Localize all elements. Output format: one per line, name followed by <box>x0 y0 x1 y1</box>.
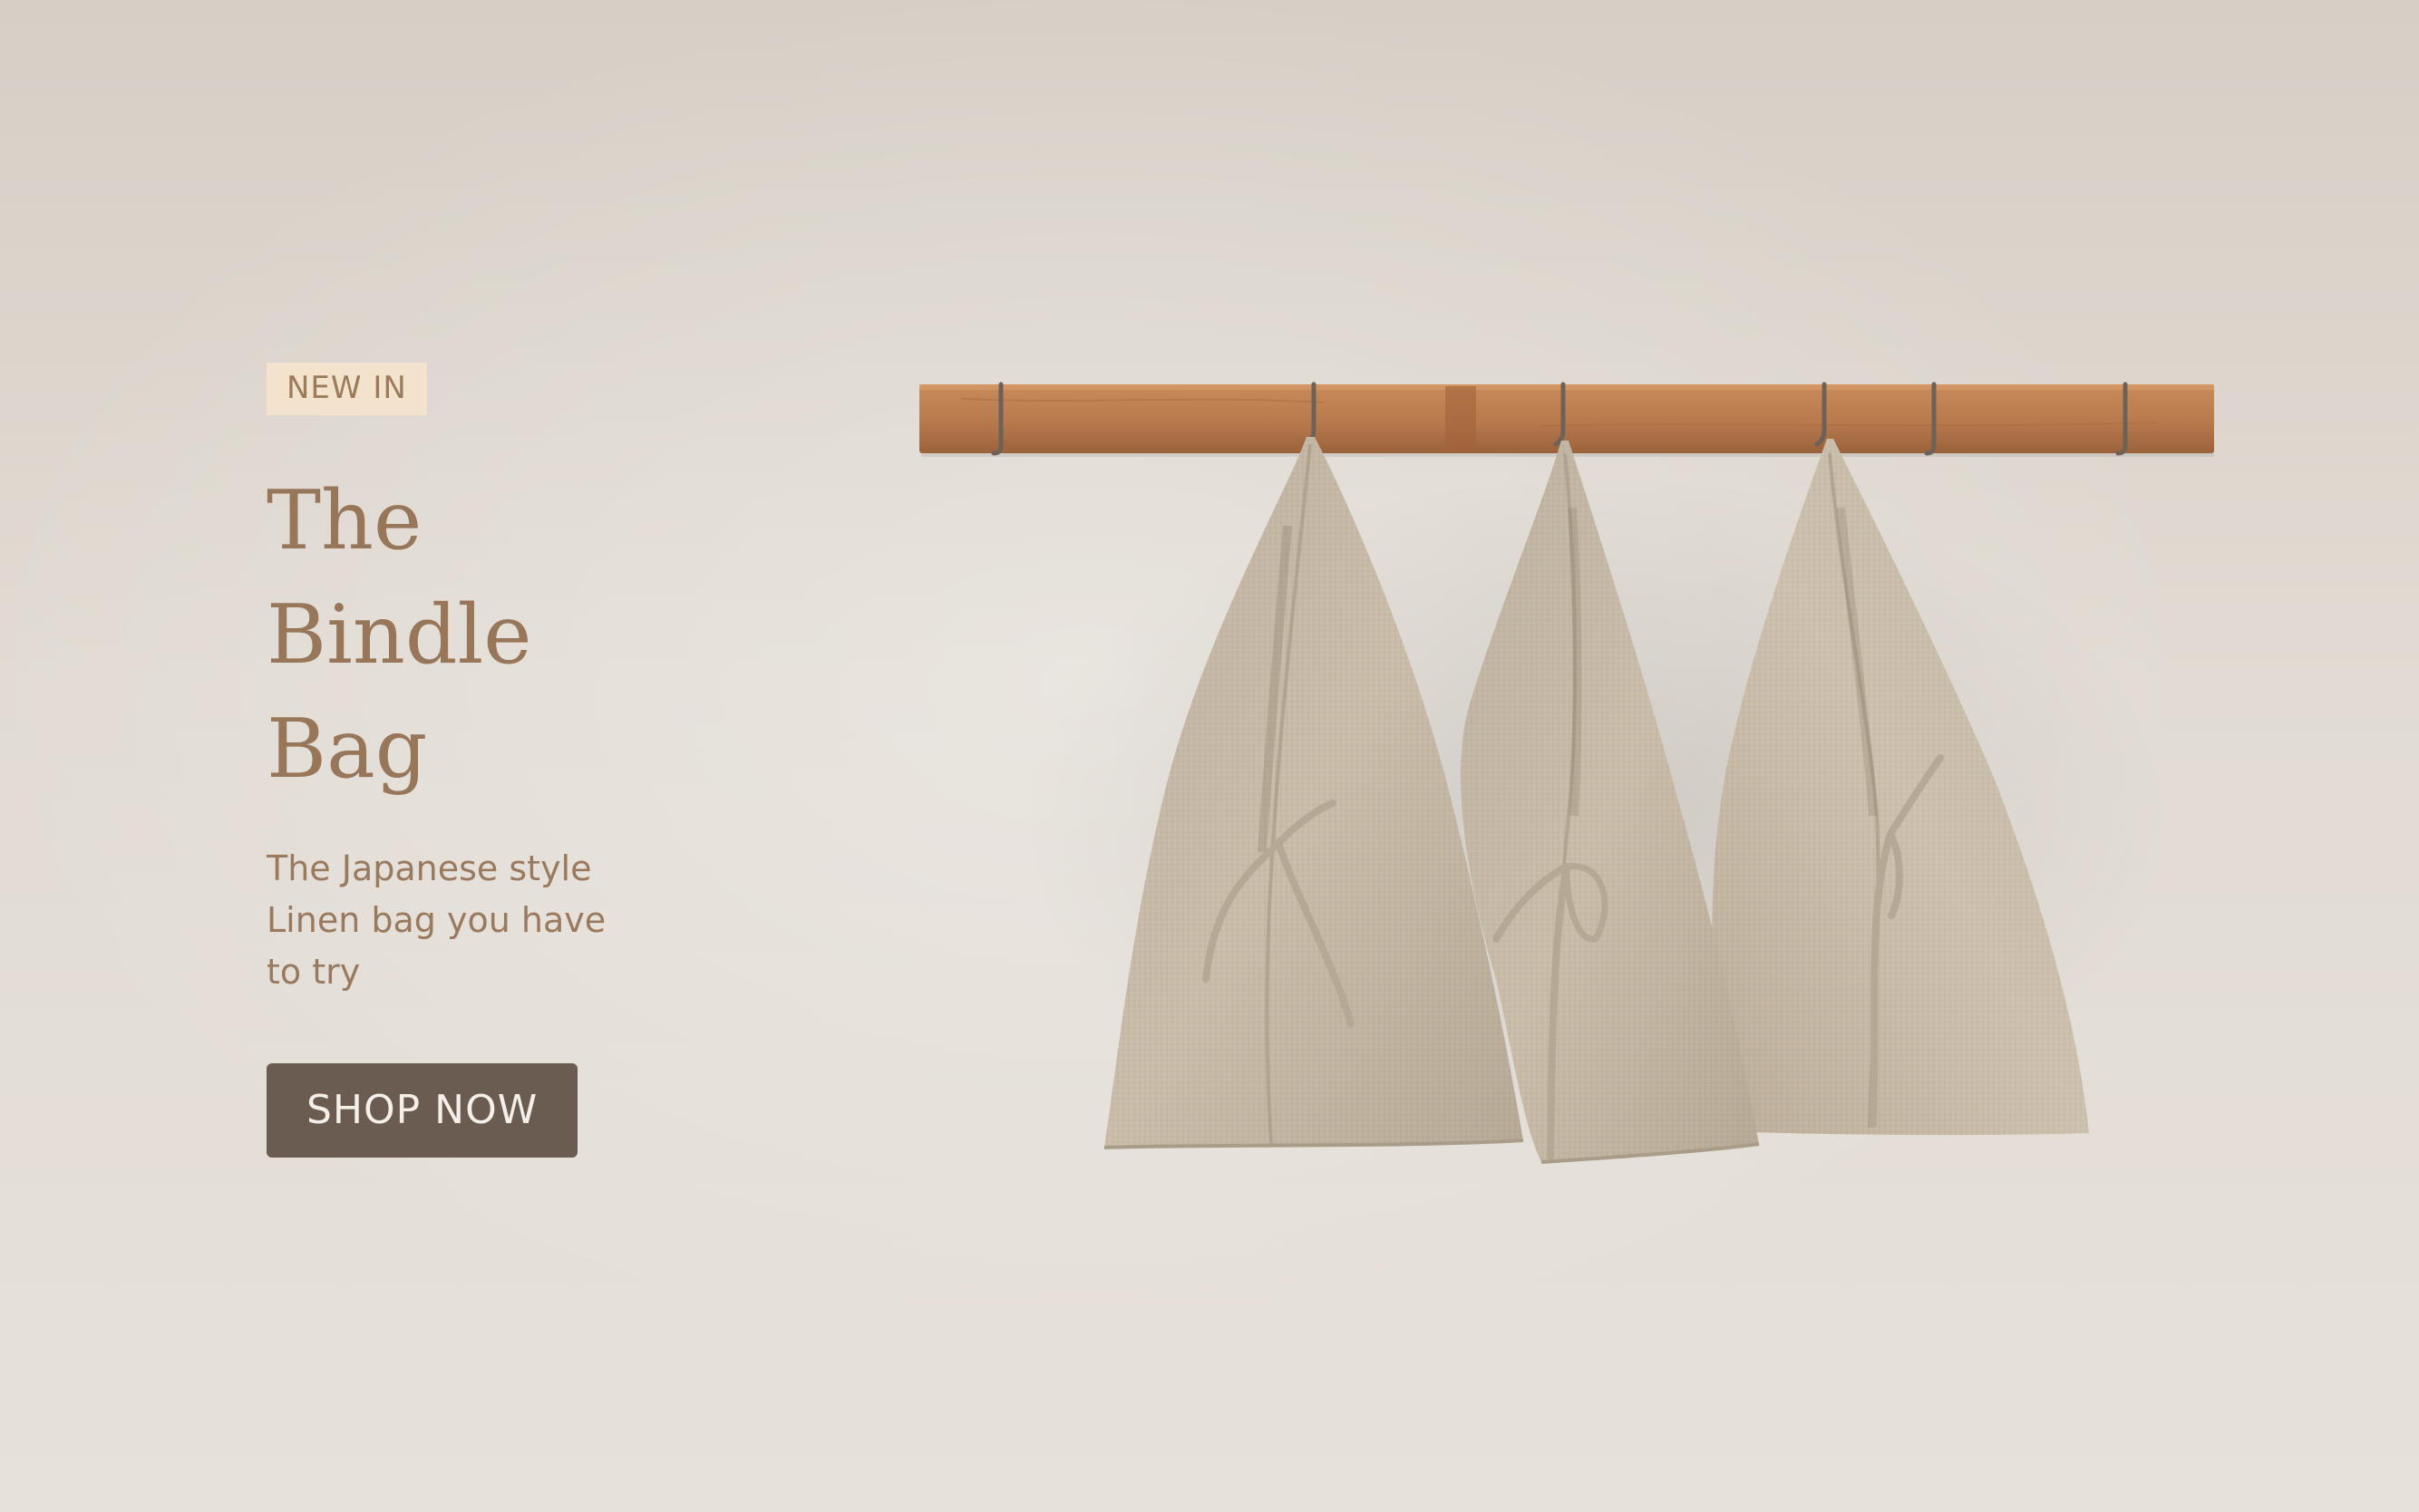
hero-copy: NEW IN The Bindle Bag The Japanese style… <box>267 363 738 1158</box>
product-title-line: Bag <box>267 702 428 797</box>
product-title: The Bindle Bag <box>267 464 738 807</box>
product-tagline: The Japanese style Linen bag you have to… <box>267 843 738 998</box>
product-tagline-line: to try <box>267 952 361 992</box>
new-in-badge: NEW IN <box>267 363 427 415</box>
product-title-line: Bindle <box>267 587 532 683</box>
product-tagline-line: The Japanese style <box>267 848 592 888</box>
hero-banner: NEW IN The Bindle Bag The Japanese style… <box>0 0 2419 1512</box>
shop-now-button[interactable]: SHOP NOW <box>267 1063 578 1158</box>
product-title-line: The <box>267 473 423 568</box>
product-tagline-line: Linen bag you have <box>267 900 607 940</box>
